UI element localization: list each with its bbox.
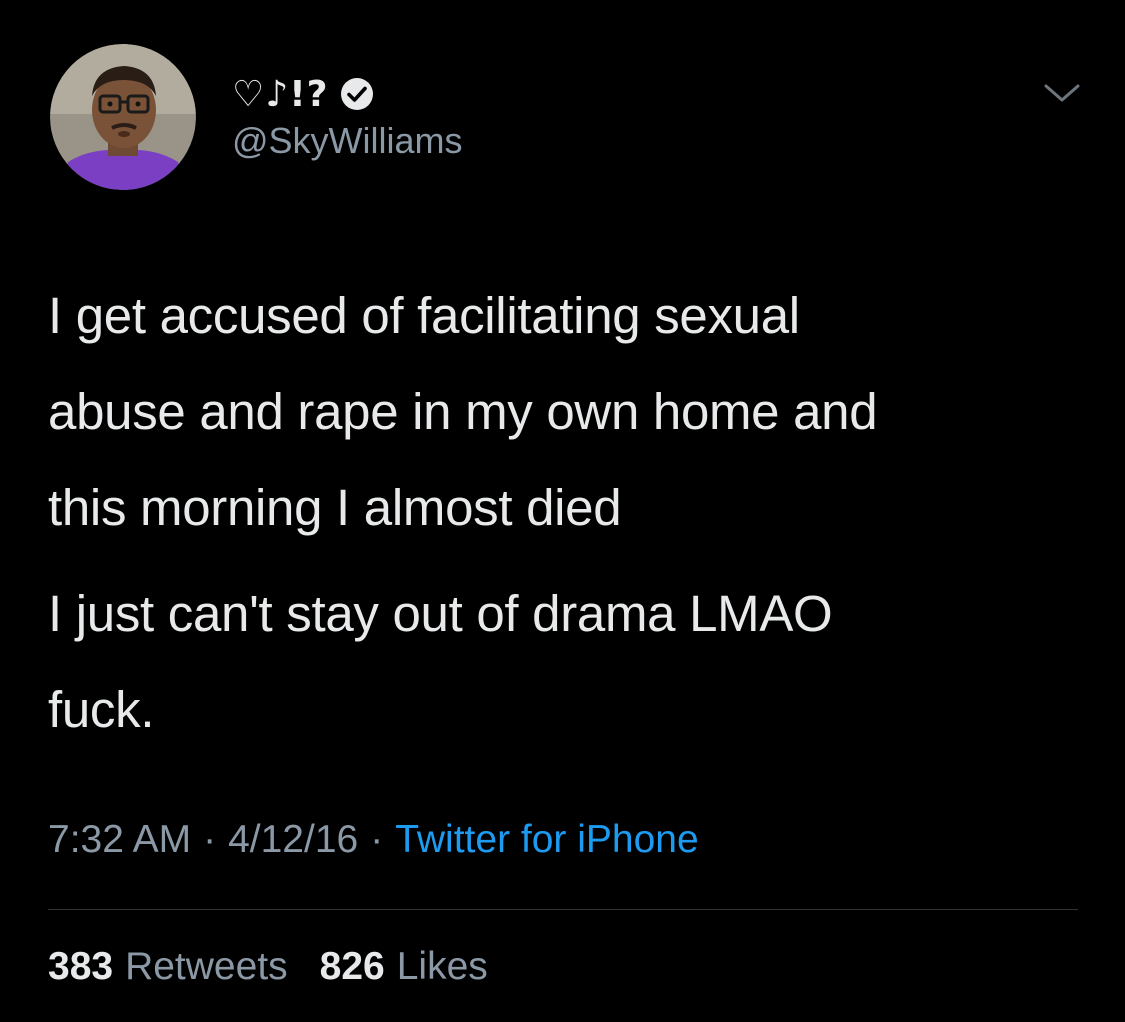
avatar[interactable] [50, 44, 196, 190]
tweet-meta: 7:32 AM · 4/12/16 · Twitter for iPhone [48, 818, 699, 862]
likes-label: Likes [396, 945, 488, 988]
user-handle[interactable]: @SkyWilliams [232, 120, 463, 162]
tweet-time[interactable]: 7:32 AM [48, 818, 191, 862]
verified-badge-icon [339, 76, 375, 112]
likes-stat[interactable]: 826 Likes [320, 945, 488, 989]
tweet-text: I get accused of facilitating sexual abu… [48, 268, 1088, 768]
tweet-paragraph: I get accused of facilitating sexual abu… [48, 287, 878, 536]
tweet-card: ♡♪!? @SkyWilliams I get accused of facil… [0, 0, 1125, 1022]
meta-separator: · [203, 818, 217, 861]
tweet-source-link[interactable]: Twitter for iPhone [395, 818, 698, 862]
tweet-stats: 383 Retweets 826 Likes [48, 945, 520, 989]
retweets-stat[interactable]: 383 Retweets [48, 945, 288, 989]
display-name: ♡♪!? [232, 73, 329, 115]
likes-count: 826 [319, 945, 385, 988]
retweets-count: 383 [48, 945, 114, 988]
avatar-image [50, 44, 196, 190]
meta-separator: · [370, 818, 384, 861]
tweet-paragraph: I just can't stay out of drama LMAO fuck… [48, 585, 833, 738]
chevron-down-icon[interactable] [1040, 72, 1084, 116]
retweets-label: Retweets [125, 945, 288, 988]
tweet-date[interactable]: 4/12/16 [228, 818, 358, 862]
divider [48, 909, 1078, 910]
display-name-row[interactable]: ♡♪!? [232, 72, 375, 116]
